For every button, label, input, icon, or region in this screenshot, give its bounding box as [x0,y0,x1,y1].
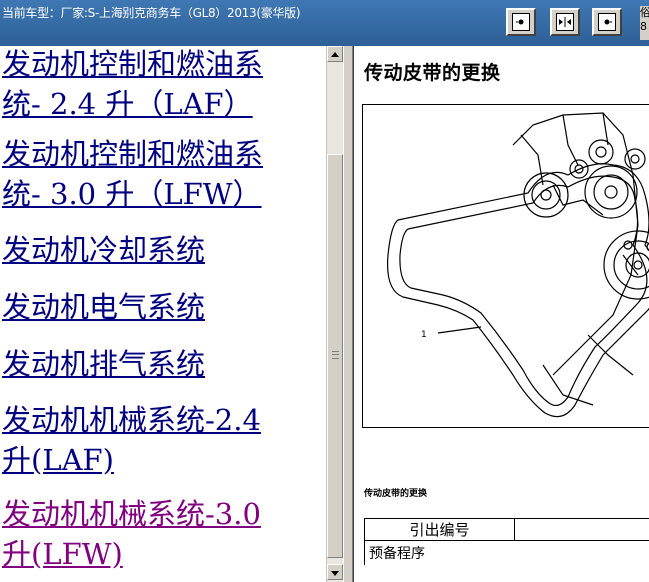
preliminary-procedure-label: 预备程序 [364,540,649,565]
nav-item-engine-control-30[interactable]: 发动机控制和燃油系 统- 3.0 升（LFW） [0,132,326,216]
nav-item-engine-cooling[interactable]: 发动机冷却系统 [0,228,326,272]
callout-number: 1 [421,330,427,340]
scroll-down-button[interactable] [327,564,343,580]
nav-scrollbar[interactable] [326,46,343,582]
dot-in-box-icon [598,13,616,31]
navigation-pane: 发动机控制和燃油系 统- 2.4 升（LAF） 发动机控制和燃油系 统- 3.0… [0,46,326,582]
nav-item-engine-mechanical-30[interactable]: 发动机机械系统-3.0 升(LFW) [0,492,326,576]
callout-table: 引出编号 预备程序 [364,518,649,565]
nav-link-line[interactable]: 发动机机械系统-2.4 [0,398,326,442]
dot-in-box-icon [512,13,530,31]
scroll-thumb[interactable] [327,154,343,558]
callout-header-empty [514,518,649,541]
nav-link-line[interactable]: 统- 2.4 升（LAF） [0,82,326,126]
double-arrow-icon [556,13,574,31]
nav-link-line[interactable]: 发动机排气系统 [0,342,326,386]
nav-link-line[interactable]: 统- 3.0 升（LFW） [0,172,326,216]
nav-item-engine-control-24[interactable]: 发动机控制和燃油系 统- 2.4 升（LAF） [0,46,326,126]
nav-link-line[interactable]: 升(LAF) [0,438,326,482]
arrow-up-icon [331,52,339,57]
belt-diagram-figure: 1 [362,104,649,428]
nav-item-engine-exhaust[interactable]: 发动机排气系统 [0,342,326,386]
nav-list: 发动机控制和燃油系 统- 2.4 升（LAF） 发动机控制和燃油系 统- 3.0… [0,46,326,576]
figure-caption: 传动皮带的更换 [364,489,428,499]
nav-link-line[interactable]: 发动机控制和燃油系 [0,132,326,176]
grip-icon [332,351,339,359]
nav-link-line[interactable]: 发动机控制和燃油系 [0,46,326,86]
arrow-down-icon [331,571,339,576]
edge-text: 俗8 [640,6,649,40]
document-title: 传动皮带的更换 [364,62,501,84]
callout-header: 引出编号 [364,518,515,541]
nav-link-line[interactable]: 发动机电气系统 [0,285,326,329]
pane-splitter[interactable] [343,46,353,582]
next-page-button[interactable] [592,8,622,36]
nav-item-engine-electrical[interactable]: 发动机电气系统 [0,285,326,329]
split-view-button[interactable] [550,8,580,36]
vehicle-model-title: 当前车型：厂家:S-上海别克商务车（GL8）2013(豪华版) [2,6,301,20]
nav-item-engine-mechanical-24[interactable]: 发动机机械系统-2.4 升(LAF) [0,398,326,482]
prev-page-button[interactable] [506,8,536,36]
drive-belt-illustration: 1 [386,112,649,418]
nav-link-line[interactable]: 发动机机械系统-3.0 [0,492,326,536]
title-bar: 当前车型：厂家:S-上海别克商务车（GL8）2013(豪华版) 俗8 [0,0,649,46]
document-pane: 传动皮带的更换 1 传动皮带的更换 引出编号 预备程序 [353,46,649,582]
scroll-up-button[interactable] [327,46,343,62]
nav-link-line[interactable]: 发动机冷却系统 [0,228,326,272]
nav-link-line[interactable]: 升(LFW) [0,532,326,576]
